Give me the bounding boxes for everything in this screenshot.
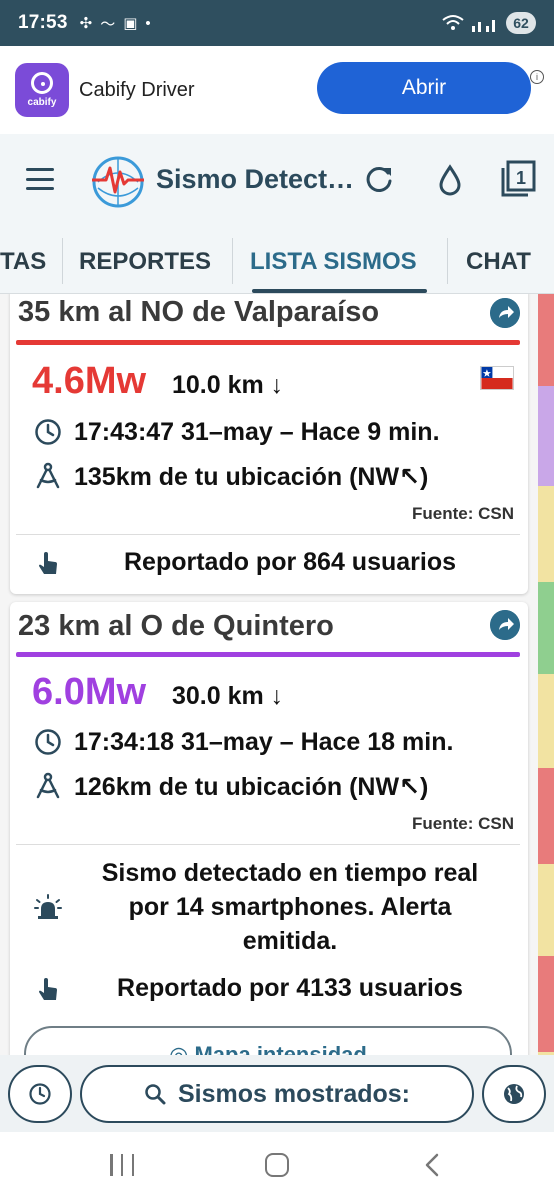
- link-icon: ✣: [79, 15, 93, 32]
- tv-icon: ▣: [123, 15, 138, 32]
- share-icon[interactable]: [490, 610, 520, 640]
- tab-alertas[interactable]: TAS: [0, 230, 46, 294]
- tab-active-indicator: [252, 289, 427, 293]
- quake-card[interactable]: 35 km al NO de Valparaíso 4.6Mw 10.0 km …: [10, 294, 528, 594]
- bottom-toolbar: Sismos mostrados:: [0, 1055, 554, 1132]
- quakes-shown-search-button[interactable]: Sismos mostrados:: [80, 1065, 474, 1123]
- status-bar: 17:53 ✣ 〜 ▣ • 62: [0, 0, 554, 46]
- wifi-icon: [442, 15, 464, 30]
- system-nav-bar: [0, 1132, 554, 1200]
- steering-wheel-icon: [31, 72, 53, 94]
- ad-banner[interactable]: cabify Cabify Driver Abrir i: [0, 46, 554, 134]
- status-system-icons: 62: [442, 12, 536, 34]
- quake-magnitude: 4.6Mw: [32, 360, 147, 402]
- layers-count-icon[interactable]: 1: [500, 160, 536, 198]
- history-button[interactable]: [8, 1065, 72, 1123]
- dot-icon: •: [145, 14, 151, 32]
- search-icon: [145, 1084, 166, 1105]
- siren-alert-icon: [34, 894, 62, 919]
- quake-color-line: [16, 340, 520, 345]
- tap-hand-icon: [39, 552, 57, 574]
- quake-depth: 30.0 km ↓: [172, 682, 284, 710]
- quake-time: 17:34:18 31–may – Hace 18 min.: [74, 728, 454, 756]
- ad-title[interactable]: Cabify Driver: [79, 79, 195, 102]
- quake-source: Fuente: CSN: [412, 814, 514, 833]
- clock-icon: [35, 729, 61, 755]
- quake-magnitude: 6.0Mw: [32, 671, 147, 713]
- clock-icon: [29, 1083, 51, 1105]
- quake-report-count[interactable]: Reportado por 864 usuarios: [70, 548, 510, 577]
- tap-hand-icon: [39, 978, 57, 1000]
- globe-button[interactable]: [482, 1065, 546, 1123]
- quake-distance: 135km de tu ubicación (NW↖): [74, 463, 429, 491]
- compass-icon: [36, 772, 60, 799]
- heartbeat-icon: 〜: [100, 15, 116, 33]
- detection-line: Sismo detectado en tiempo real: [101, 859, 479, 887]
- app-logo: [92, 156, 144, 208]
- back-icon[interactable]: [420, 1152, 446, 1178]
- compass-icon: [36, 462, 60, 489]
- status-time: 17:53: [18, 12, 68, 33]
- search-label: Sismos mostrados:: [177, 1079, 410, 1108]
- quake-distance: 126km de tu ubicación (NW↖): [74, 773, 429, 801]
- count-badge: 1: [516, 168, 526, 188]
- ad-brand-label: cabify: [27, 97, 57, 108]
- tab-bar: TAS REPORTES LISTA SISMOS CHAT: [0, 230, 554, 294]
- quake-source: Fuente: CSN: [412, 504, 514, 523]
- tab-lista-sismos[interactable]: LISTA SISMOS: [250, 230, 417, 294]
- chile-flag-icon: [480, 366, 514, 390]
- hamburger-menu-icon[interactable]: [26, 168, 54, 190]
- cabify-logo[interactable]: cabify: [15, 63, 69, 117]
- water-drop-icon[interactable]: [436, 164, 464, 196]
- ad-info-icon[interactable]: i: [530, 70, 544, 84]
- quake-time: 17:43:47 31–may – Hace 9 min.: [74, 418, 440, 446]
- quake-title: 23 km al O de Quintero: [18, 610, 334, 642]
- tab-chat[interactable]: CHAT: [466, 230, 531, 294]
- side-color-strip: [538, 294, 554, 1055]
- home-icon[interactable]: [265, 1153, 289, 1177]
- tab-reportes[interactable]: REPORTES: [79, 230, 211, 294]
- status-notification-icons: ✣ 〜 ▣ •: [80, 13, 151, 34]
- recents-icon[interactable]: [110, 1154, 134, 1176]
- signal-icon: [472, 20, 495, 32]
- earthquake-list[interactable]: 35 km al NO de Valparaíso 4.6Mw 10.0 km …: [0, 294, 554, 1055]
- battery-indicator: 62: [506, 12, 536, 34]
- quake-report-count[interactable]: Reportado por 4133 usuarios: [70, 974, 510, 1003]
- quake-color-line: [16, 652, 520, 657]
- ad-open-button[interactable]: Abrir: [317, 62, 531, 114]
- refresh-icon[interactable]: [364, 164, 394, 194]
- quake-card[interactable]: 23 km al O de Quintero 6.0Mw 30.0 km ↓ 1…: [10, 602, 528, 1055]
- quake-title: 35 km al NO de Valparaíso: [18, 296, 380, 328]
- detection-line: por 14 smartphones. Alerta: [128, 893, 452, 921]
- share-icon[interactable]: [490, 298, 520, 328]
- app-bar: Sismo Detect… 1: [0, 134, 554, 230]
- detection-line: emitida.: [242, 927, 338, 955]
- app-title: Sismo Detect…: [156, 164, 355, 194]
- globe-icon: [504, 1084, 524, 1104]
- quake-detection-info: Sismo detectado en tiempo real por 14 sm…: [70, 856, 510, 958]
- intensity-map-button[interactable]: ◎ Mapa intensidad: [24, 1026, 512, 1055]
- quake-depth: 10.0 km ↓: [172, 371, 284, 399]
- clock-icon: [35, 419, 61, 445]
